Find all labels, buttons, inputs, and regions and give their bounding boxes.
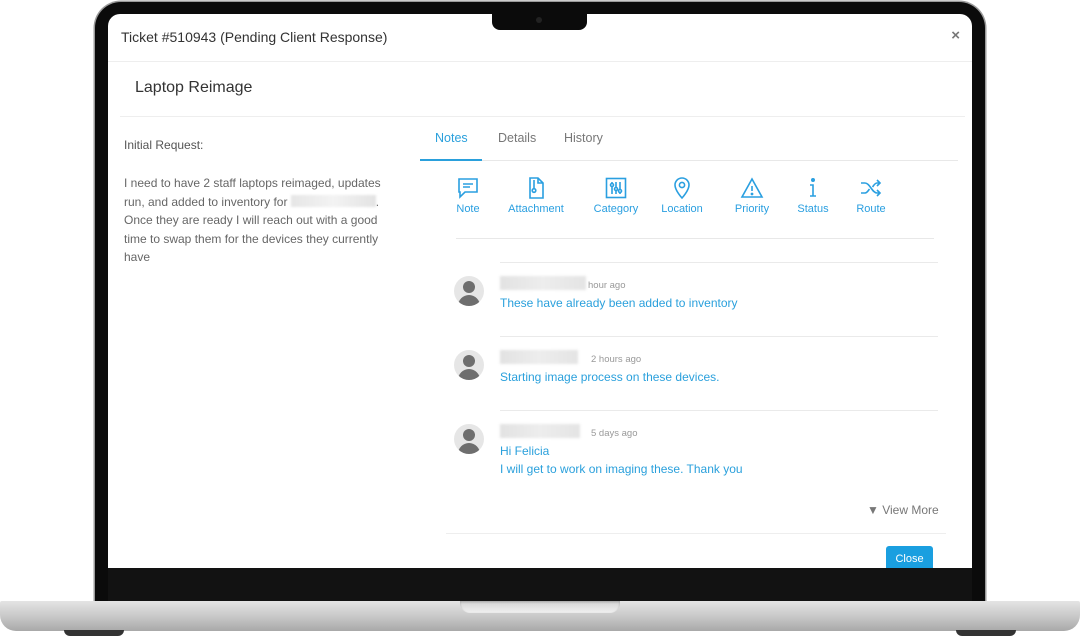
initial-request-panel: Initial Request: I need to have 2 staff … <box>124 138 384 267</box>
initial-request-text: I need to have 2 staff laptops reimaged,… <box>124 174 384 267</box>
action-priority[interactable]: Priority <box>729 176 775 215</box>
avatar <box>454 424 484 454</box>
tab-details[interactable]: Details <box>498 131 536 145</box>
redacted-author <box>500 276 586 290</box>
divider <box>446 533 946 534</box>
info-icon <box>810 177 816 197</box>
warning-triangle-icon <box>740 177 764 198</box>
laptop-foot <box>956 630 1016 636</box>
note-time: 5 days ago <box>591 428 638 439</box>
action-location-label: Location <box>661 203 703 215</box>
note-time: 2 hours ago <box>591 354 642 365</box>
action-note-label: Note <box>456 203 480 215</box>
ticket-tabs: Notes Details History <box>420 122 958 161</box>
action-note[interactable]: Note <box>448 176 488 215</box>
redacted-text <box>290 194 376 207</box>
divider <box>500 410 938 411</box>
action-location[interactable]: Location <box>658 176 706 215</box>
shuffle-icon <box>861 179 882 197</box>
avatar <box>454 350 484 380</box>
divider <box>500 262 938 263</box>
note-text: I will get to work on imaging these. Tha… <box>500 462 743 476</box>
redacted-author <box>500 424 580 438</box>
action-attachment[interactable]: Attachment <box>501 176 571 215</box>
modal-title: Ticket #510943 (Pending Client Response) <box>121 29 388 45</box>
note-icon <box>458 178 478 199</box>
location-pin-icon <box>674 177 690 200</box>
redacted-author <box>500 350 578 364</box>
action-route[interactable]: Route <box>850 176 892 215</box>
note-text: Starting image process on these devices. <box>500 370 720 384</box>
note-text: These have already been added to invento… <box>500 296 738 310</box>
camera-notch <box>492 14 587 30</box>
ticket-subject: Laptop Reimage <box>135 79 253 96</box>
active-tab-indicator <box>420 159 482 161</box>
camera-icon <box>536 17 542 23</box>
ticket-modal: Ticket #510943 (Pending Client Response)… <box>108 14 972 568</box>
category-sliders-icon <box>605 177 627 199</box>
note-text: Hi Felicia <box>500 444 550 458</box>
action-attachment-label: Attachment <box>508 203 564 215</box>
divider <box>500 336 938 337</box>
action-status-label: Status <box>797 203 829 215</box>
laptop-thumb-notch <box>460 601 620 613</box>
divider <box>456 238 934 239</box>
action-category[interactable]: Category <box>586 176 646 215</box>
attachment-icon <box>529 177 544 199</box>
note-time: hour ago <box>588 280 626 291</box>
divider <box>120 116 965 117</box>
close-button[interactable]: Close <box>886 546 933 568</box>
tab-history[interactable]: History <box>564 131 603 145</box>
laptop-foot <box>64 630 124 636</box>
action-route-label: Route <box>856 203 886 215</box>
view-more-link[interactable]: ▼ View More <box>867 503 939 517</box>
action-status[interactable]: Status <box>791 176 835 215</box>
avatar <box>454 276 484 306</box>
note-action-bar: Note Attachment Category Location Priori… <box>446 176 936 236</box>
laptop-chin <box>108 568 972 602</box>
initial-request-label: Initial Request: <box>124 138 204 152</box>
close-icon[interactable]: × <box>951 27 960 44</box>
action-priority-label: Priority <box>734 203 770 215</box>
tab-notes[interactable]: Notes <box>435 131 468 145</box>
action-category-label: Category <box>593 203 639 215</box>
